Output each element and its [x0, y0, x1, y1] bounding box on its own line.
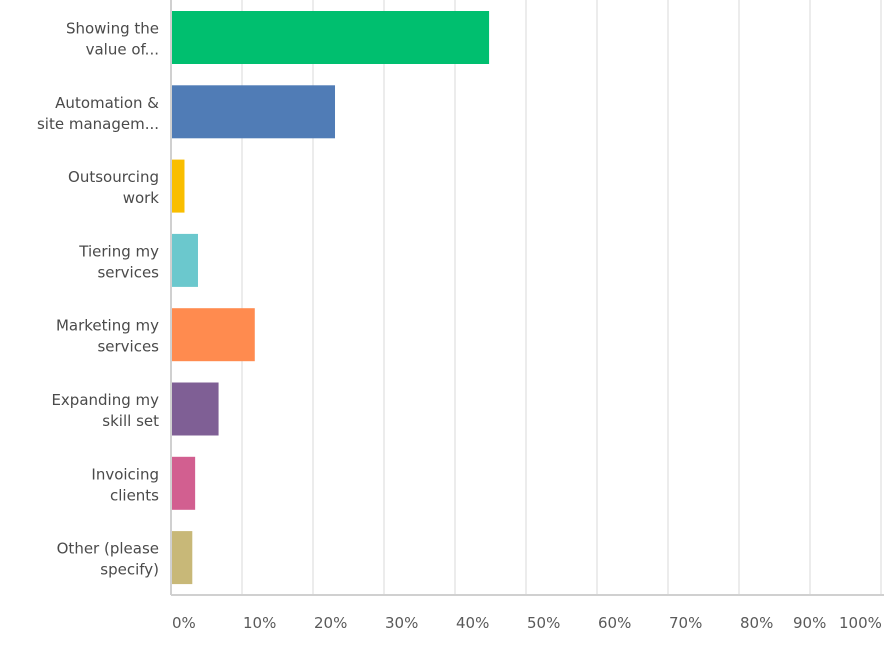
bar	[171, 308, 255, 362]
tick-label: 30%	[385, 614, 418, 632]
bar-chart: Showing the value of... Automation & site m…	[37, 0, 884, 632]
tick-label: 0%	[172, 614, 196, 632]
tick-labels: 0% 10% 20% 30% 40% 50% 60% 70% 80% 90% 100%	[172, 614, 882, 632]
bar	[171, 11, 490, 64]
bar	[171, 456, 196, 510]
category-label: clients	[110, 486, 159, 504]
bar	[171, 382, 219, 436]
category-label: value of...	[86, 41, 159, 59]
tick-label: 50%	[527, 614, 560, 632]
category-label: Expanding my	[51, 391, 159, 409]
category-label: Showing the	[66, 20, 159, 38]
category-label: Outsourcing	[68, 168, 159, 186]
bar	[171, 233, 198, 287]
gridlines	[241, 0, 882, 595]
tick-label: 70%	[669, 614, 702, 632]
tick-label: 10%	[243, 614, 276, 632]
tick-label: 40%	[456, 614, 489, 632]
category-label: Automation &	[55, 94, 159, 112]
tick-label: 80%	[740, 614, 773, 632]
category-labels: Showing the value of... Automation & site m…	[37, 20, 159, 579]
category-label: services	[97, 338, 159, 356]
bar	[171, 85, 336, 139]
tick-label: 60%	[598, 614, 631, 632]
category-label: services	[97, 263, 159, 281]
bar	[171, 531, 193, 585]
category-label: Tiering my	[78, 242, 159, 260]
category-label: Invoicing	[91, 465, 159, 483]
category-label: skill set	[102, 412, 159, 430]
tick-label: 20%	[314, 614, 347, 632]
tick-label: 100%	[839, 614, 882, 632]
tick-label: 90%	[793, 614, 826, 632]
category-label: Other (please	[57, 540, 159, 558]
category-label: work	[123, 189, 160, 207]
category-label: Marketing my	[56, 317, 159, 335]
bars	[171, 11, 490, 585]
category-label: specify)	[100, 561, 159, 579]
bar	[171, 159, 185, 213]
category-label: site managem...	[37, 115, 159, 133]
